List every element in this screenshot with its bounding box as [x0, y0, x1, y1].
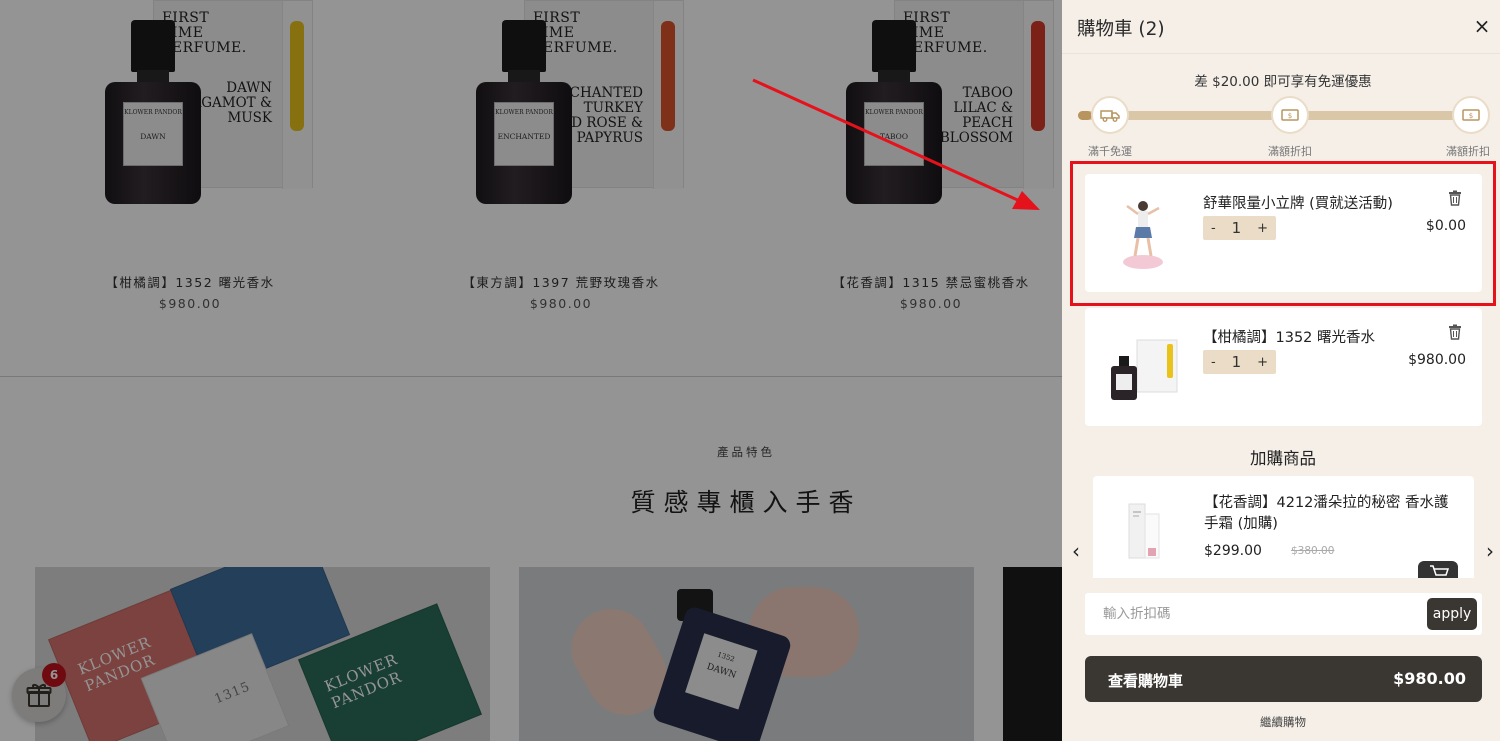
trash-icon[interactable]	[1448, 324, 1466, 342]
product-image[interactable]: FIRST TIME PERFUME. TABOO LILAC & PEACH …	[806, 0, 1062, 215]
item-thumbnail[interactable]	[1105, 192, 1185, 277]
perfume-bottle: KLOWER PANDOR ENCHANTED	[476, 20, 572, 205]
item-name[interactable]: 【柑橘調】1352 曙光香水	[1203, 326, 1375, 347]
milestone-discount: $	[1271, 96, 1309, 134]
svg-text:$: $	[1469, 112, 1473, 120]
product-name[interactable]: 【柑橘調】1352 曙光香水	[25, 272, 355, 291]
svg-text:$: $	[1288, 112, 1292, 120]
view-cart-button[interactable]: 查看購物車 $980.00	[1085, 656, 1482, 702]
milestone-label: 滿千免運	[1088, 145, 1132, 158]
quantity-stepper: - 1 +	[1203, 350, 1276, 374]
item-thumbnail[interactable]	[1105, 326, 1185, 411]
product-card[interactable]: FIRST TIME PERFUME. ENCHANTED TURKEY RED…	[396, 0, 726, 330]
truck-icon	[1100, 110, 1120, 122]
product-price: $980.00	[529, 296, 593, 311]
cart-total: $980.00	[1393, 669, 1466, 688]
chevron-right-icon[interactable]: ›	[1482, 538, 1498, 564]
quantity-value[interactable]: 1	[1232, 353, 1242, 371]
view-cart-label: 查看購物車	[1108, 672, 1184, 690]
coupon-input[interactable]	[1103, 605, 1403, 623]
coupon-icon: $	[1462, 109, 1480, 121]
cart-item: 【柑橘調】1352 曙光香水 - 1 + $980.00	[1085, 308, 1482, 426]
perfume-image	[1111, 339, 1178, 400]
standee-image	[1123, 201, 1163, 269]
product-image[interactable]: FIRST TIME PERFUME. ENCHANTED TURKEY RED…	[436, 0, 696, 215]
close-icon[interactable]: ×	[1470, 14, 1494, 38]
product-name[interactable]: 【花香調】1315 禁忌蜜桃香水	[766, 272, 1062, 291]
cart-item: 舒華限量小立牌 (買就送活動) - 1 + $0.00	[1085, 174, 1482, 292]
apply-button[interactable]: apply	[1427, 598, 1477, 630]
product-price: $980.00	[158, 296, 222, 311]
store-page: FIRST TIME PERFUME. DAWN BERGAMOT & MUSK…	[0, 0, 1062, 741]
item-name[interactable]: 舒華限量小立牌 (買就送活動)	[1203, 192, 1393, 213]
item-price: $980.00	[1408, 352, 1466, 368]
perfume-bottle: KLOWER PANDOR TABOO	[846, 20, 942, 205]
product-name[interactable]: 【東方調】1397 荒野玫瑰香水	[396, 272, 726, 291]
increment-button[interactable]: +	[1257, 221, 1268, 236]
milestone-shipping	[1091, 96, 1129, 134]
section-label: 產品特色	[717, 445, 775, 459]
continue-shopping-link[interactable]: 繼續購物	[1062, 714, 1500, 730]
feature-photo-dark	[1003, 567, 1062, 741]
gift-count-badge: 6	[42, 663, 66, 687]
product-price: $980.00	[899, 296, 963, 311]
upsell-original-price: $380.00	[1291, 545, 1335, 557]
upsell-card: 【花香調】4212潘朵拉的秘密 香水護手霜 (加購) $299.00 $380.…	[1093, 476, 1474, 586]
upsell-price: $299.00	[1204, 543, 1262, 559]
perfume-bottle: KLOWER PANDOR DAWN	[105, 20, 201, 205]
section-title: 質感專櫃入手香	[630, 488, 862, 517]
free-shipping-message: 差 $20.00 即可享有免運優惠	[1194, 74, 1372, 90]
upsell-name[interactable]: 【花香調】4212潘朵拉的秘密 香水護手霜 (加購)	[1204, 493, 1462, 535]
decrement-button[interactable]: -	[1211, 355, 1216, 370]
product-card[interactable]: FIRST TIME PERFUME. TABOO LILAC & PEACH …	[766, 0, 1062, 330]
feature-photo-hands: 1352 DAWN	[519, 567, 974, 741]
trash-icon[interactable]	[1448, 190, 1466, 208]
milestone-label: 滿額折扣	[1268, 145, 1312, 158]
decrement-button[interactable]: -	[1211, 221, 1216, 236]
upsell-title: 加購商品	[1250, 449, 1316, 468]
item-price: $0.00	[1425, 218, 1466, 234]
quantity-value[interactable]: 1	[1232, 219, 1242, 237]
milestone-discount: $	[1452, 96, 1490, 134]
coupon-icon: $	[1281, 109, 1299, 121]
product-image[interactable]: FIRST TIME PERFUME. DAWN BERGAMOT & MUSK…	[65, 0, 325, 215]
cart-title: 購物車 (2)	[1077, 19, 1165, 40]
quantity-stepper: - 1 +	[1203, 216, 1276, 240]
chevron-left-icon[interactable]: ‹	[1068, 538, 1084, 564]
increment-button[interactable]: +	[1257, 355, 1268, 370]
coupon-field: apply	[1085, 593, 1482, 635]
milestone-label: 滿額折扣	[1446, 145, 1490, 158]
upsell-thumbnail[interactable]	[1115, 498, 1175, 568]
product-card[interactable]: FIRST TIME PERFUME. DAWN BERGAMOT & MUSK…	[25, 0, 355, 330]
hand-cream-image	[1128, 503, 1160, 559]
feature-photo-boxes: KLOWER PANDOR KLOWER PANDOR 1315	[35, 567, 490, 741]
cart-drawer: 購物車 (2) × 差 $20.00 即可享有免運優惠 滿千免運 $ 滿額折扣 …	[1062, 0, 1500, 741]
drawer-header: 購物車 (2) ×	[1062, 0, 1500, 54]
shipping-progress-fill	[1078, 111, 1092, 120]
section-divider	[0, 376, 1062, 377]
